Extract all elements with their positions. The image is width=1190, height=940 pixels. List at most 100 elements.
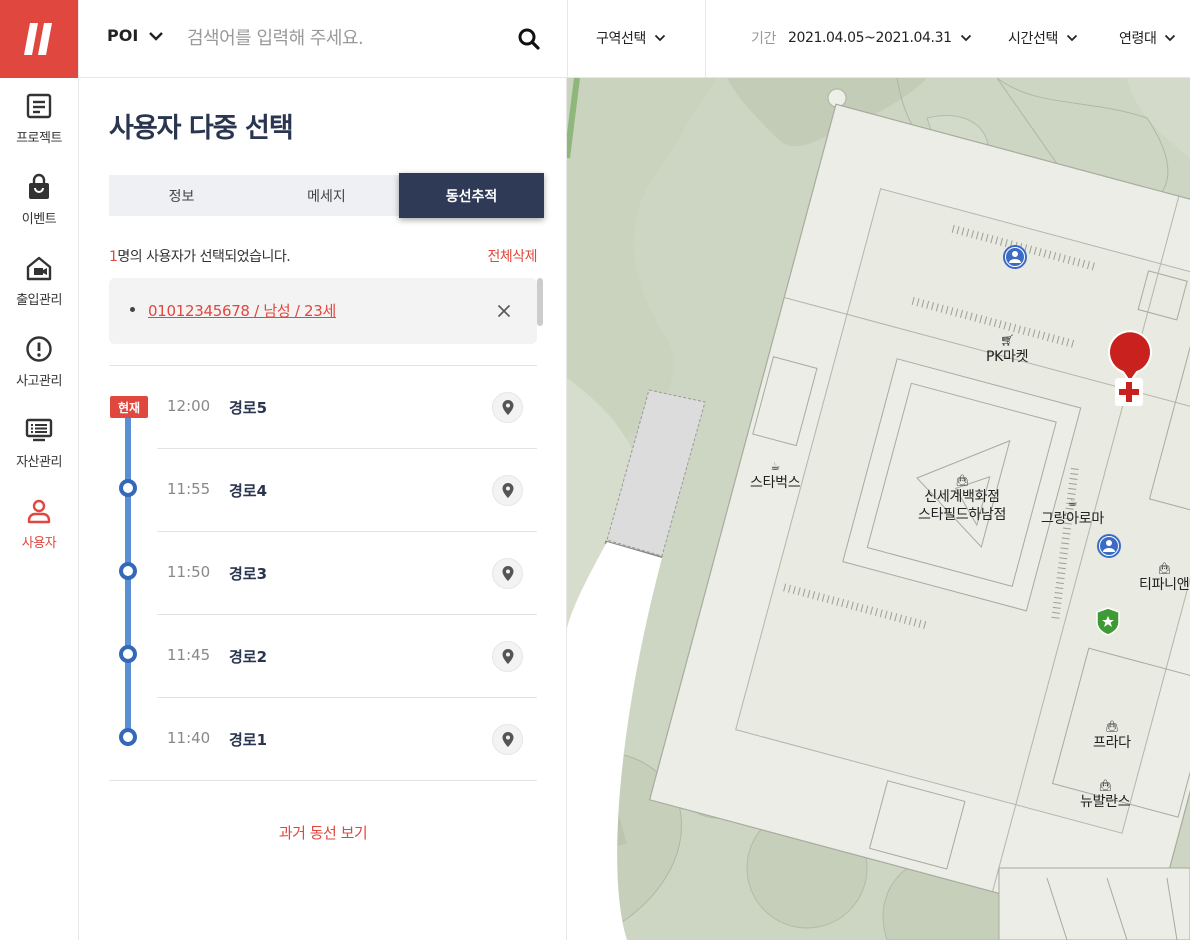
time-label: 시간선택	[1008, 31, 1058, 47]
tab-route-tracking[interactable]: 동선추적	[399, 173, 544, 218]
route-name: 경로3	[229, 565, 268, 583]
shopping-bag-icon	[29, 173, 49, 199]
map-user-pin	[1003, 245, 1027, 269]
chevron-down-icon	[654, 34, 666, 42]
nav-label: 이벤트	[21, 212, 57, 227]
route-row[interactable]: 11:50 경로3	[157, 532, 537, 615]
timeline-dot	[119, 728, 137, 746]
tab-message[interactable]: 메세지	[254, 175, 399, 216]
chevron-down-icon	[960, 34, 971, 42]
period-dropdown[interactable]: 기간 2021.04.05~2021.04.31	[751, 28, 972, 48]
now-badge: 현재	[110, 396, 148, 418]
timeline-dot	[119, 479, 137, 497]
bullet	[130, 307, 135, 312]
poi-label: 프라다	[1093, 735, 1131, 751]
route-location-button[interactable]	[492, 641, 523, 672]
time-dropdown[interactable]: 시간선택	[1008, 28, 1078, 48]
route-row[interactable]: 12:00 경로5	[157, 366, 537, 449]
left-nav: 프로젝트 이벤트 출입관리 사고관리 자산관리 사용자	[0, 0, 79, 940]
coffee-icon: ☕︎	[770, 460, 780, 473]
route-location-button[interactable]	[492, 558, 523, 589]
poi-label: 그랑아로마	[1041, 511, 1104, 527]
age-label: 연령대	[1119, 31, 1157, 47]
age-dropdown[interactable]: 연령대	[1119, 28, 1176, 48]
map-pin-icon	[502, 732, 513, 747]
poi-label: 신세계백화점 스타필드하남점	[918, 489, 1007, 523]
map-user-pin	[1097, 534, 1121, 558]
logo-icon	[24, 23, 52, 55]
route-row[interactable]: 11:40 경로1	[157, 698, 537, 781]
nav-item-access[interactable]: 출입관리	[0, 240, 78, 321]
close-icon[interactable]	[495, 302, 513, 320]
nav-label: 출입관리	[16, 293, 62, 308]
route-name: 경로2	[229, 648, 268, 666]
chevron-down-icon	[1066, 34, 1078, 42]
selected-user-link[interactable]: 01012345678 / 남성 / 23세	[148, 300, 336, 321]
route-time: 11:50	[167, 563, 211, 581]
nav-item-event[interactable]: 이벤트	[0, 159, 78, 240]
poi-shinsegae[interactable]: 👜︎ 신세계백화점 스타필드하남점	[918, 474, 1006, 524]
zone-label: 구역선택	[596, 31, 646, 47]
top-bar: POI 구역선택 기간 2021.04.05~2021.04.31 시간선택 연…	[79, 0, 1190, 78]
search-input[interactable]	[187, 20, 487, 56]
nav-label: 사용자	[21, 536, 57, 551]
map-pin-icon	[502, 483, 513, 498]
route-time: 11:45	[167, 646, 211, 664]
page-title: 사용자 다중 선택	[109, 113, 294, 144]
divider	[109, 780, 537, 781]
selected-user-list: 01012345678 / 남성 / 23세	[109, 278, 543, 344]
timeline-dot	[119, 645, 137, 663]
nav-item-incident[interactable]: 사고관리	[0, 321, 78, 402]
divider	[705, 0, 706, 78]
route-location-button[interactable]	[492, 475, 523, 506]
period-label: 기간	[751, 31, 776, 47]
chevron-down-icon	[1165, 34, 1176, 42]
past-routes-link[interactable]: 과거 동선 보기	[79, 822, 567, 843]
poi-label: PK마켓	[986, 349, 1029, 365]
period-value: 2021.04.05~2021.04.31	[787, 30, 952, 46]
nav-label: 자산관리	[16, 455, 62, 470]
app-logo[interactable]	[0, 0, 78, 78]
poi-prada[interactable]: 👜︎ 프라다	[1093, 720, 1131, 752]
route-location-button[interactable]	[492, 392, 523, 423]
route-time: 11:55	[167, 480, 211, 498]
route-name: 경로5	[229, 399, 268, 417]
poi-pk-market[interactable]: 🛒︎ PK마켓	[986, 334, 1028, 366]
route-row[interactable]: 11:55 경로4	[157, 449, 537, 532]
search-icon[interactable]	[517, 27, 541, 51]
poi-label: 티파니앤	[1139, 577, 1190, 593]
route-row[interactable]: 11:45 경로2	[157, 615, 537, 698]
poi-label: POI	[107, 26, 139, 45]
document-icon	[26, 93, 52, 119]
scrollbar[interactable]	[537, 278, 543, 326]
timeline-dot	[119, 562, 137, 580]
alert-circle-icon	[26, 336, 52, 362]
nav-label: 프로젝트	[16, 131, 62, 146]
route-name: 경로1	[229, 731, 268, 749]
user-icon	[27, 499, 51, 524]
route-time: 12:00	[167, 397, 211, 415]
poi-grand-aroma[interactable]: ☕︎ 그랑아로마	[1041, 496, 1104, 528]
route-name: 경로4	[229, 482, 268, 500]
cart-icon: 🛒︎	[1000, 334, 1014, 347]
map-pin-icon	[502, 400, 513, 415]
selected-count-text: 1명의 사용자가 선택되었습니다.	[109, 246, 291, 266]
poi-starbucks[interactable]: ☕︎ 스타벅스	[750, 460, 801, 492]
poi-label: 뉴발란스	[1080, 794, 1131, 810]
map-view[interactable]: 🛒︎ PK마켓 ☕︎ 스타벅스 👜︎ 신세계백화점 스타필드하남점 ☕︎ 그랑아…	[567, 78, 1190, 940]
poi-label: 스타벅스	[750, 475, 801, 491]
user-panel: 사용자 다중 선택 정보 메세지 동선추적 1명의 사용자가 선택되었습니다. …	[79, 78, 567, 940]
tab-info[interactable]: 정보	[109, 175, 254, 216]
poi-tiffany[interactable]: 👜︎ 티파니앤	[1139, 562, 1190, 594]
route-location-button[interactable]	[492, 724, 523, 755]
poi-new-balance[interactable]: 👜︎ 뉴발란스	[1080, 779, 1131, 811]
clear-all-button[interactable]: 전체삭제	[487, 246, 537, 266]
shopping-bag-icon: 👜︎	[955, 474, 969, 487]
chevron-down-icon	[149, 31, 164, 41]
nav-item-user[interactable]: 사용자	[0, 483, 78, 564]
shopping-bag-icon: 👜︎	[1098, 779, 1112, 792]
zone-dropdown[interactable]: 구역선택	[596, 28, 666, 48]
nav-item-project[interactable]: 프로젝트	[0, 78, 78, 159]
poi-dropdown[interactable]: POI	[107, 26, 164, 45]
nav-item-asset[interactable]: 자산관리	[0, 402, 78, 483]
